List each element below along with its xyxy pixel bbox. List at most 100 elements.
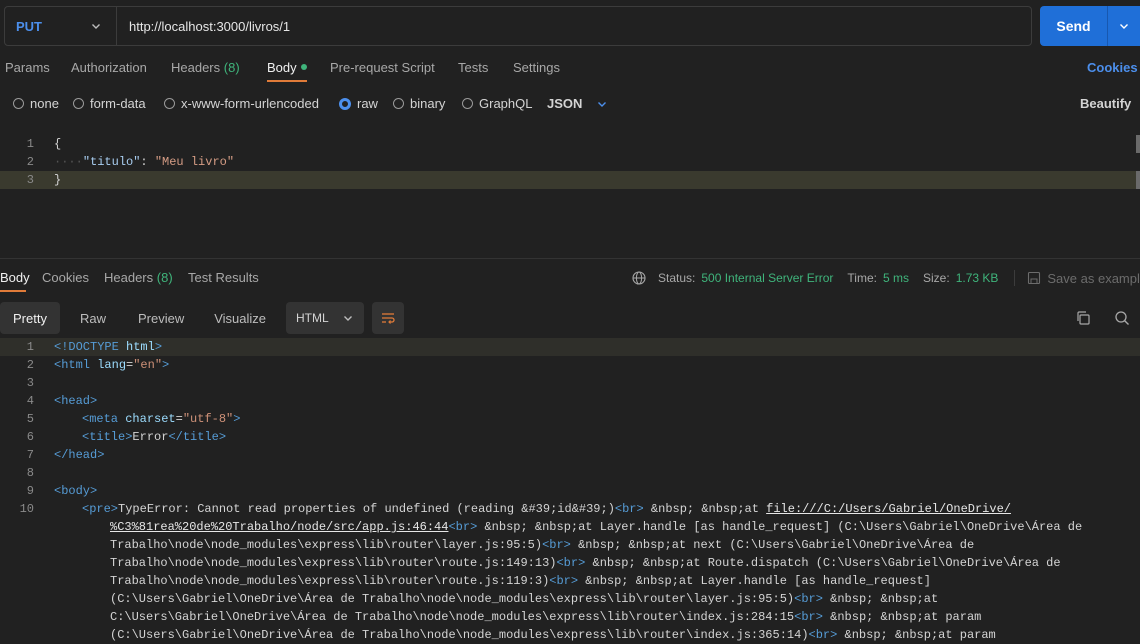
wrap-lines-icon [382, 313, 395, 324]
globe-icon[interactable] [632, 271, 646, 285]
wrap-lines-button[interactable] [372, 302, 404, 334]
tab-headers[interactable]: Headers (8) [171, 60, 240, 75]
code-line: 8 [0, 464, 1140, 482]
chevron-down-icon [1120, 24, 1128, 29]
view-visualize[interactable]: Visualize [194, 302, 276, 334]
tab-body-label: Body [267, 60, 297, 75]
code-text: ····"titulo": "Meu livro" [54, 155, 235, 169]
radio-form-data[interactable]: form-data [73, 96, 146, 111]
line-number: 9 [26, 484, 34, 498]
line-number: 7 [26, 448, 34, 462]
separator [1014, 270, 1016, 286]
line-number: 1 [26, 137, 34, 151]
search-icon[interactable] [1114, 310, 1130, 326]
view-preview[interactable]: Preview [118, 302, 194, 334]
code-wrapped-line: (C:\Users\Gabriel\OneDrive\Área de Traba… [0, 590, 1140, 608]
method-label: PUT [16, 18, 42, 34]
code-text: <html lang="en"> [54, 358, 170, 372]
request-tabs: Params Authorization Headers (8) Body Pr… [0, 60, 1140, 80]
editor-line-current: 3 } [0, 171, 1140, 189]
line-number: 10 [19, 502, 34, 516]
request-url-bar: PUT [4, 6, 1032, 46]
request-body-editor[interactable]: 1 { 2 ····"titulo": "Meu livro" 3 } [0, 133, 1140, 253]
code-line: 10 <pre>TypeError: Cannot read propertie… [0, 500, 1140, 518]
radio-selected-icon [339, 97, 351, 110]
code-text: <head> [54, 394, 98, 408]
code-line: 4 <head> [0, 392, 1140, 410]
tab-tests[interactable]: Tests [458, 60, 488, 75]
format-label: JSON [547, 96, 583, 111]
view-mode-group: Pretty Raw Preview Visualize [0, 302, 276, 334]
code-line: 3 [0, 374, 1140, 392]
copy-icon[interactable] [1075, 310, 1091, 326]
code-text: <pre>TypeError: Cannot read properties o… [82, 502, 1011, 516]
code-text: C:\Users\Gabriel\OneDrive\Área de Trabal… [110, 610, 982, 624]
body-type-options: none form-data x-www-form-urlencoded raw… [0, 96, 1140, 116]
radio-graphql-label: GraphQL [479, 96, 533, 111]
size-value[interactable]: 1.73 KB [956, 271, 999, 285]
tab-prerequest-script[interactable]: Pre-request Script [330, 60, 435, 75]
stack-link[interactable]: file:///C:/Users/Gabriel/OneDrive/ [766, 502, 1011, 516]
radio-urlencoded[interactable]: x-www-form-urlencoded [164, 96, 319, 111]
save-as-example-button[interactable]: Save as example [1047, 271, 1140, 286]
resp-tab-test-results[interactable]: Test Results [188, 270, 259, 285]
radio-none[interactable]: none [13, 96, 59, 111]
json-value: "Meu livro" [154, 155, 235, 169]
send-options-button[interactable] [1108, 20, 1140, 32]
language-select[interactable]: HTML [286, 302, 364, 334]
view-raw[interactable]: Raw [60, 302, 118, 334]
tab-body[interactable]: Body [267, 60, 307, 75]
radio-graphql[interactable]: GraphQL [462, 96, 532, 111]
code-line: 1 <!DOCTYPE html> [0, 338, 1140, 356]
code-text: Trabalho\node\node_modules\express\lib\r… [110, 556, 1061, 570]
code-wrapped-line: C:\Users\Gabriel\OneDrive\Área de Trabal… [0, 608, 1140, 626]
editor-scrollbar[interactable] [1136, 135, 1140, 153]
url-input[interactable] [117, 7, 1031, 45]
chevron-down-icon [344, 316, 352, 321]
radio-none-label: none [30, 96, 59, 111]
code-text: <meta charset="utf-8"> [82, 412, 241, 426]
resp-tab-headers[interactable]: Headers (8) [104, 270, 173, 285]
resp-headers-count: (8) [156, 270, 173, 285]
time-value[interactable]: 5 ms [883, 271, 909, 285]
pane-divider[interactable] [0, 258, 1140, 259]
line-number: 6 [26, 430, 34, 444]
send-button[interactable]: Send [1040, 18, 1107, 34]
method-select[interactable]: PUT [5, 7, 117, 45]
stack-link[interactable]: %C3%81rea%20de%20Trabalho/node/src/app.j… [110, 520, 448, 534]
code-wrapped-line: %C3%81rea%20de%20Trabalho/node/src/app.j… [0, 518, 1140, 536]
radio-circle-icon [73, 98, 84, 109]
beautify-button[interactable]: Beautify [1080, 96, 1131, 111]
radio-raw[interactable]: raw [339, 96, 378, 111]
view-pretty[interactable]: Pretty [0, 302, 60, 334]
code-text: (C:\Users\Gabriel\OneDrive\Área de Traba… [110, 592, 939, 606]
cookies-link[interactable]: Cookies [1087, 60, 1138, 75]
radio-binary[interactable]: binary [393, 96, 445, 111]
code-line: 9 <body> [0, 482, 1140, 500]
resp-tab-cookies[interactable]: Cookies [42, 270, 89, 285]
radio-circle-icon [164, 98, 175, 109]
line-number: 5 [26, 412, 34, 426]
active-tab-underline [267, 80, 307, 82]
format-select[interactable]: JSON [547, 96, 608, 111]
code-text: <title>Error</title> [82, 430, 227, 444]
radio-raw-label: raw [357, 96, 378, 111]
resp-tab-body[interactable]: Body [0, 270, 30, 285]
tab-params[interactable]: Params [5, 60, 50, 75]
json-key: "titulo" [82, 155, 141, 169]
response-body-viewer[interactable]: 1 <!DOCTYPE html> 2 <html lang="en"> 3 4… [0, 338, 1140, 644]
line-number: 3 [26, 376, 34, 390]
line-number: 2 [26, 358, 34, 372]
code-text: %C3%81rea%20de%20Trabalho/node/src/app.j… [110, 520, 1083, 534]
line-number: 8 [26, 466, 34, 480]
resp-tab-headers-label: Headers [104, 270, 154, 285]
chevron-down-icon [598, 101, 607, 107]
status-value[interactable]: 500 Internal Server Error [701, 271, 833, 285]
code-wrapped-line: Trabalho\node\node_modules\express\lib\r… [0, 554, 1140, 572]
tab-settings[interactable]: Settings [513, 60, 560, 75]
time-label: Time: [847, 271, 877, 285]
json-colon: : [140, 155, 155, 169]
line-number: 1 [26, 340, 34, 354]
tab-authorization[interactable]: Authorization [71, 60, 147, 75]
radio-urlencoded-label: x-www-form-urlencoded [181, 96, 319, 111]
